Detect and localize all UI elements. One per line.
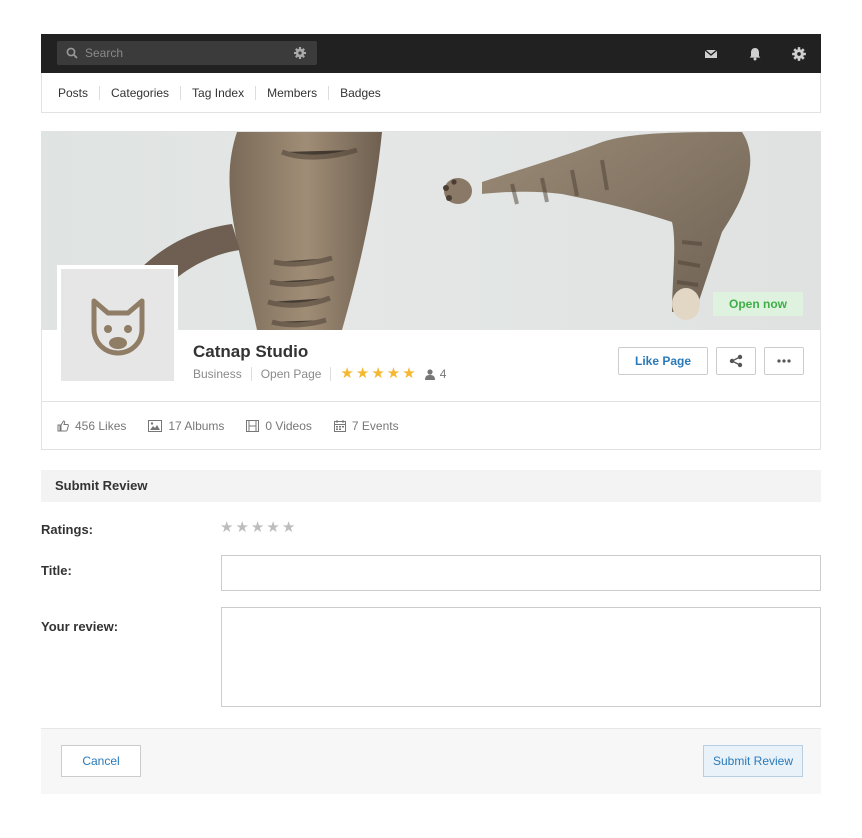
- nav-item-categories[interactable]: Categories: [99, 85, 180, 100]
- bell-icon[interactable]: [747, 46, 763, 62]
- top-bar: [41, 34, 821, 73]
- image-icon: [148, 419, 163, 432]
- star-icon: ★: [340, 365, 354, 382]
- page-stats: 456 Likes 17 Albums 0 Videos 7 Events: [42, 401, 820, 449]
- title-label: Title:: [41, 563, 72, 578]
- page-avatar[interactable]: [57, 265, 178, 382]
- search-input[interactable]: [85, 41, 285, 65]
- review-text-input[interactable]: [221, 607, 821, 707]
- stat-likes[interactable]: 456 Likes: [57, 419, 126, 433]
- share-icon: [729, 354, 743, 368]
- reviewer-count: 4: [439, 367, 447, 381]
- review-title-input[interactable]: [221, 555, 821, 591]
- submit-review-button[interactable]: Submit Review: [703, 745, 803, 777]
- gear-icon[interactable]: [791, 46, 807, 62]
- user-icon: [424, 368, 435, 380]
- star-icon[interactable]: ★: [282, 520, 295, 536]
- submit-review-heading: Submit Review: [41, 470, 821, 502]
- star-icon: ★: [402, 365, 416, 382]
- page-type: Open Page: [260, 367, 322, 381]
- page-category[interactable]: Business: [193, 367, 242, 381]
- cancel-button[interactable]: Cancel: [61, 745, 141, 777]
- form-footer: Cancel Submit Review: [41, 728, 821, 794]
- review-label: Your review:: [41, 619, 119, 634]
- page-meta: Business Open Page ★ ★ ★ ★ ★ 4: [193, 365, 447, 382]
- film-icon: [246, 419, 260, 432]
- star-icon[interactable]: ★: [266, 520, 279, 536]
- mail-icon[interactable]: [703, 46, 719, 62]
- ratings-label: Ratings:: [41, 522, 93, 537]
- search-box[interactable]: [57, 41, 317, 65]
- main-nav: Posts Categories Tag Index Members Badge…: [41, 73, 821, 113]
- cat-logo-icon: [91, 298, 144, 356]
- star-icon: ★: [355, 365, 370, 382]
- share-button[interactable]: [716, 347, 756, 375]
- like-page-button[interactable]: Like Page: [618, 347, 708, 375]
- star-icon[interactable]: ★: [251, 520, 264, 536]
- thumbs-up-icon: [57, 419, 69, 431]
- stat-albums[interactable]: 17 Albums: [148, 419, 224, 433]
- stat-events[interactable]: 7 Events: [333, 419, 399, 433]
- open-now-badge: Open now: [713, 292, 803, 316]
- rating-stars: ★ ★ ★ ★ ★: [340, 365, 416, 382]
- nav-item-badges[interactable]: Badges: [328, 85, 392, 100]
- nav-item-posts[interactable]: Posts: [58, 86, 99, 100]
- rating-input-stars[interactable]: ★ ★ ★ ★ ★: [220, 520, 295, 536]
- search-icon: [66, 47, 78, 59]
- nav-item-members[interactable]: Members: [255, 85, 328, 100]
- star-icon: ★: [386, 365, 401, 382]
- page-title: Catnap Studio: [193, 342, 309, 361]
- ellipsis-icon: [777, 359, 791, 363]
- page-profile-card: Open now Catnap Studio Business Open Pag…: [41, 131, 821, 450]
- stat-videos[interactable]: 0 Videos: [246, 419, 312, 433]
- more-options-button[interactable]: [764, 347, 804, 375]
- star-icon: ★: [371, 365, 385, 382]
- calendar-icon: [333, 419, 346, 432]
- search-settings-gear-icon[interactable]: [293, 46, 307, 60]
- nav-item-tag-index[interactable]: Tag Index: [180, 85, 255, 100]
- star-icon[interactable]: ★: [220, 520, 233, 536]
- star-icon[interactable]: ★: [235, 520, 248, 536]
